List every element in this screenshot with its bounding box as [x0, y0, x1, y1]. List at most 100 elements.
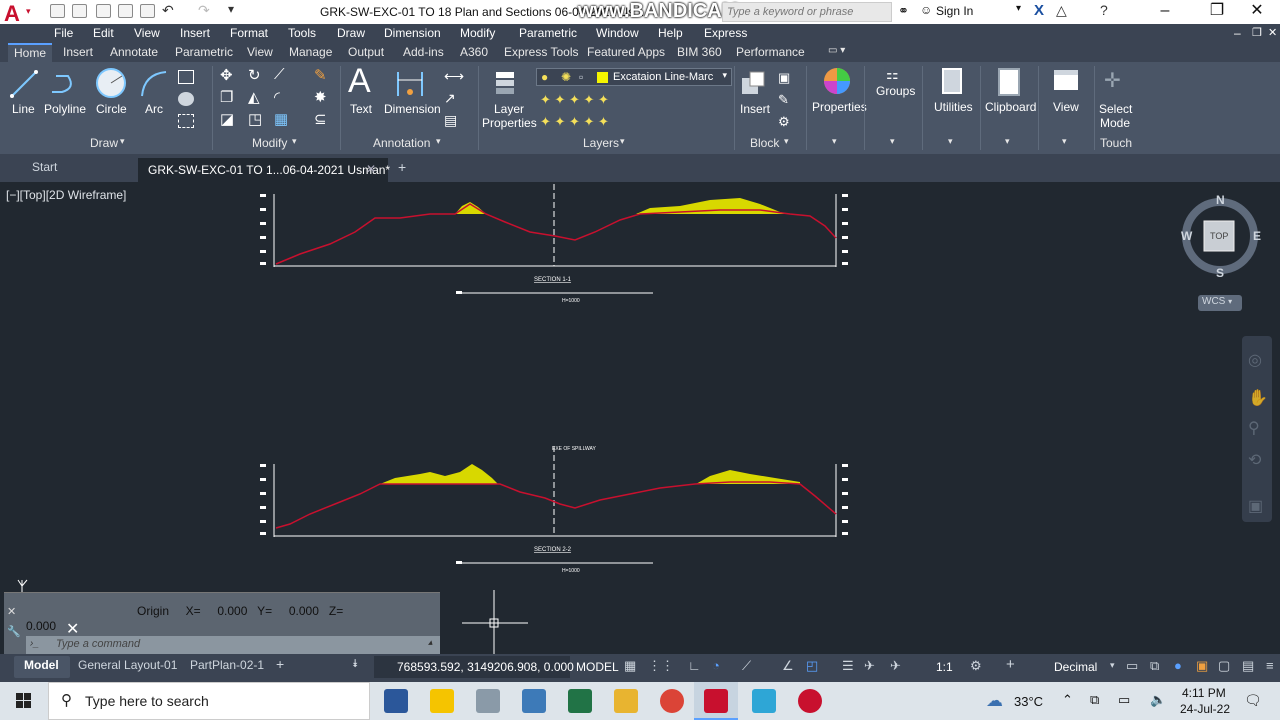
ortho-icon[interactable]: ∟ — [688, 658, 701, 673]
menu-file[interactable]: File — [54, 26, 73, 40]
layout-menu-icon[interactable]: ⯯ — [352, 658, 359, 671]
view-label[interactable]: View — [1053, 100, 1079, 114]
temperature[interactable]: 33°C — [1014, 694, 1043, 709]
command-recent-icon[interactable]: ▴ — [428, 637, 433, 648]
save-as-icon[interactable] — [118, 4, 133, 18]
doc-minimize-icon[interactable]: – — [1234, 26, 1241, 40]
pan-icon[interactable]: ✋ — [1248, 388, 1268, 408]
lineweight-icon[interactable]: ☰ — [842, 658, 854, 674]
clean-screen-icon[interactable]: ▢ — [1218, 658, 1230, 674]
windows-start-icon[interactable] — [0, 682, 48, 720]
sticky-notes-icon[interactable] — [430, 689, 454, 713]
edit-block-icon[interactable]: ✎ — [778, 92, 789, 108]
line-tool-label[interactable]: Line — [12, 102, 35, 116]
new-file-icon[interactable] — [50, 4, 65, 18]
compass-north[interactable]: N — [1216, 193, 1225, 207]
block-panel-expand-icon[interactable]: ▾ — [784, 136, 789, 147]
autocad-taskbar-icon[interactable] — [704, 689, 728, 713]
erase-icon[interactable]: ✎ — [314, 66, 327, 84]
line-icon[interactable] — [8, 68, 40, 100]
scale-icon[interactable]: ◳ — [248, 110, 262, 128]
tab-add-ins[interactable]: Add-ins — [403, 45, 444, 59]
isodraft-icon[interactable]: ⟋ — [742, 658, 751, 674]
annotation-visibility-icon[interactable]: ✈ — [864, 658, 875, 674]
select-mode-label-1[interactable]: Select — [1099, 102, 1132, 116]
sign-in-dropdown-icon[interactable]: ▾ — [1016, 3, 1021, 14]
compass-south[interactable]: S — [1216, 266, 1224, 280]
menu-parametric[interactable]: Parametric — [519, 26, 577, 40]
rotate-icon[interactable]: ↻ — [248, 66, 261, 84]
fillet-icon[interactable]: ◜ — [274, 88, 280, 106]
layers-panel-title[interactable]: Layers — [583, 136, 619, 150]
groups-expand-icon[interactable]: ▾ — [890, 136, 895, 147]
copy-icon[interactable]: ❐ — [220, 88, 233, 106]
tab-manage[interactable]: Manage — [289, 45, 332, 59]
command-close-icon[interactable]: ✕ — [7, 605, 16, 618]
doc-close-icon[interactable]: ✕ — [1268, 26, 1277, 39]
modify-panel-expand-icon[interactable]: ▾ — [292, 136, 297, 147]
word-icon[interactable] — [384, 689, 408, 713]
tab-view[interactable]: View — [247, 45, 273, 59]
leader-icon[interactable]: ↗ — [444, 90, 456, 107]
groups-icon[interactable]: ⚏ — [886, 66, 899, 83]
tab-bim-360[interactable]: BIM 360 — [677, 45, 722, 59]
trim-icon[interactable]: ⟋ — [274, 66, 285, 83]
groups-label[interactable]: Groups — [876, 84, 915, 98]
battery-icon[interactable]: ▭ — [1118, 692, 1130, 708]
compass-west[interactable]: W — [1181, 229, 1192, 243]
layer-label-2[interactable]: Properties — [482, 116, 537, 130]
tab-featured-apps[interactable]: Featured Apps — [587, 45, 665, 59]
a360-icon[interactable]: △ — [1056, 2, 1067, 19]
tab-performance[interactable]: Performance — [736, 45, 805, 59]
weather-icon[interactable]: ☁ — [986, 691, 1003, 711]
osnap-icon[interactable]: ◰ — [806, 658, 818, 674]
annotation-monitor-icon[interactable]: + — [1006, 656, 1015, 673]
customization-icon[interactable]: ▤ — [1242, 658, 1254, 674]
text-icon[interactable]: A — [348, 62, 371, 101]
offset-icon[interactable]: ⊆ — [314, 110, 327, 128]
zoom-extents-icon[interactable]: ⚲ — [1248, 418, 1260, 438]
create-block-icon[interactable]: ▣ — [778, 70, 790, 86]
auto-scale-icon[interactable]: ✈ — [890, 658, 901, 674]
statusbar-menu-icon[interactable]: ≡ — [1266, 658, 1274, 673]
circle-icon[interactable] — [94, 66, 128, 100]
showmotion-icon[interactable]: ▣ — [1248, 496, 1263, 516]
new-layout-icon[interactable]: + — [276, 656, 284, 672]
insert-block-icon[interactable] — [738, 68, 768, 98]
print-icon[interactable] — [140, 4, 155, 18]
block-panel-title[interactable]: Block — [750, 136, 779, 150]
app-menu-chevron-icon[interactable]: ▾ — [26, 6, 31, 17]
chrome-icon[interactable] — [660, 689, 684, 713]
tab-partplan[interactable]: PartPlan-02-1 — [190, 658, 264, 672]
select-mode-label-2[interactable]: Mode — [1100, 116, 1130, 130]
menu-dimension[interactable]: Dimension — [384, 26, 441, 40]
drawing-canvas[interactable]: SECTION 1-1 H=1000 EXE OF SPILLWAY SECTI… — [0, 182, 1280, 654]
linear-dim-icon[interactable]: ⟷ — [444, 68, 464, 85]
utilities-icon[interactable] — [942, 68, 962, 94]
tab-general-layout[interactable]: General Layout-01 — [78, 658, 177, 672]
viewcube-top-face[interactable]: TOP — [1210, 231, 1228, 241]
clipboard-label[interactable]: Clipboard — [985, 100, 1036, 114]
tab-active-drawing[interactable]: GRK-SW-EXC-01 TO 1...06-04-2021 Usman* ✕ — [138, 158, 390, 182]
layer-dropdown[interactable]: ● ✺ ▫ Excataion Line-Marc ▾ — [536, 68, 732, 86]
doc-restore-icon[interactable]: ❐ — [1252, 26, 1262, 39]
command-input[interactable]: ›_ Type a command ▴ — [26, 636, 440, 654]
minimize-button[interactable]: – — [1142, 0, 1188, 24]
grid-icon[interactable]: ▦ — [624, 658, 636, 674]
workspace-gear-icon[interactable]: ⚙ — [970, 658, 982, 674]
utilities-label[interactable]: Utilities — [934, 100, 973, 114]
menu-insert[interactable]: Insert — [180, 26, 210, 40]
bandicam-icon[interactable] — [798, 689, 822, 713]
clock-time[interactable]: 4:11 PM — [1182, 686, 1226, 700]
layers-panel-expand-icon[interactable]: ▾ — [620, 136, 625, 147]
wcs-dropdown[interactable]: WCS ▾ — [1198, 295, 1242, 311]
utilities-expand-icon[interactable]: ▾ — [948, 136, 953, 147]
properties-icon[interactable] — [822, 66, 852, 96]
menu-view[interactable]: View — [134, 26, 160, 40]
dimension-tool-label[interactable]: Dimension — [384, 102, 441, 116]
clipboard-icon[interactable] — [998, 68, 1020, 96]
table-icon[interactable]: ▤ — [444, 112, 457, 129]
help-icon[interactable]: ? — [1100, 2, 1108, 18]
taskbar-search-box[interactable]: ⚲ Type here to search — [48, 682, 370, 720]
attribute-icon[interactable]: ⚙ — [778, 114, 790, 130]
